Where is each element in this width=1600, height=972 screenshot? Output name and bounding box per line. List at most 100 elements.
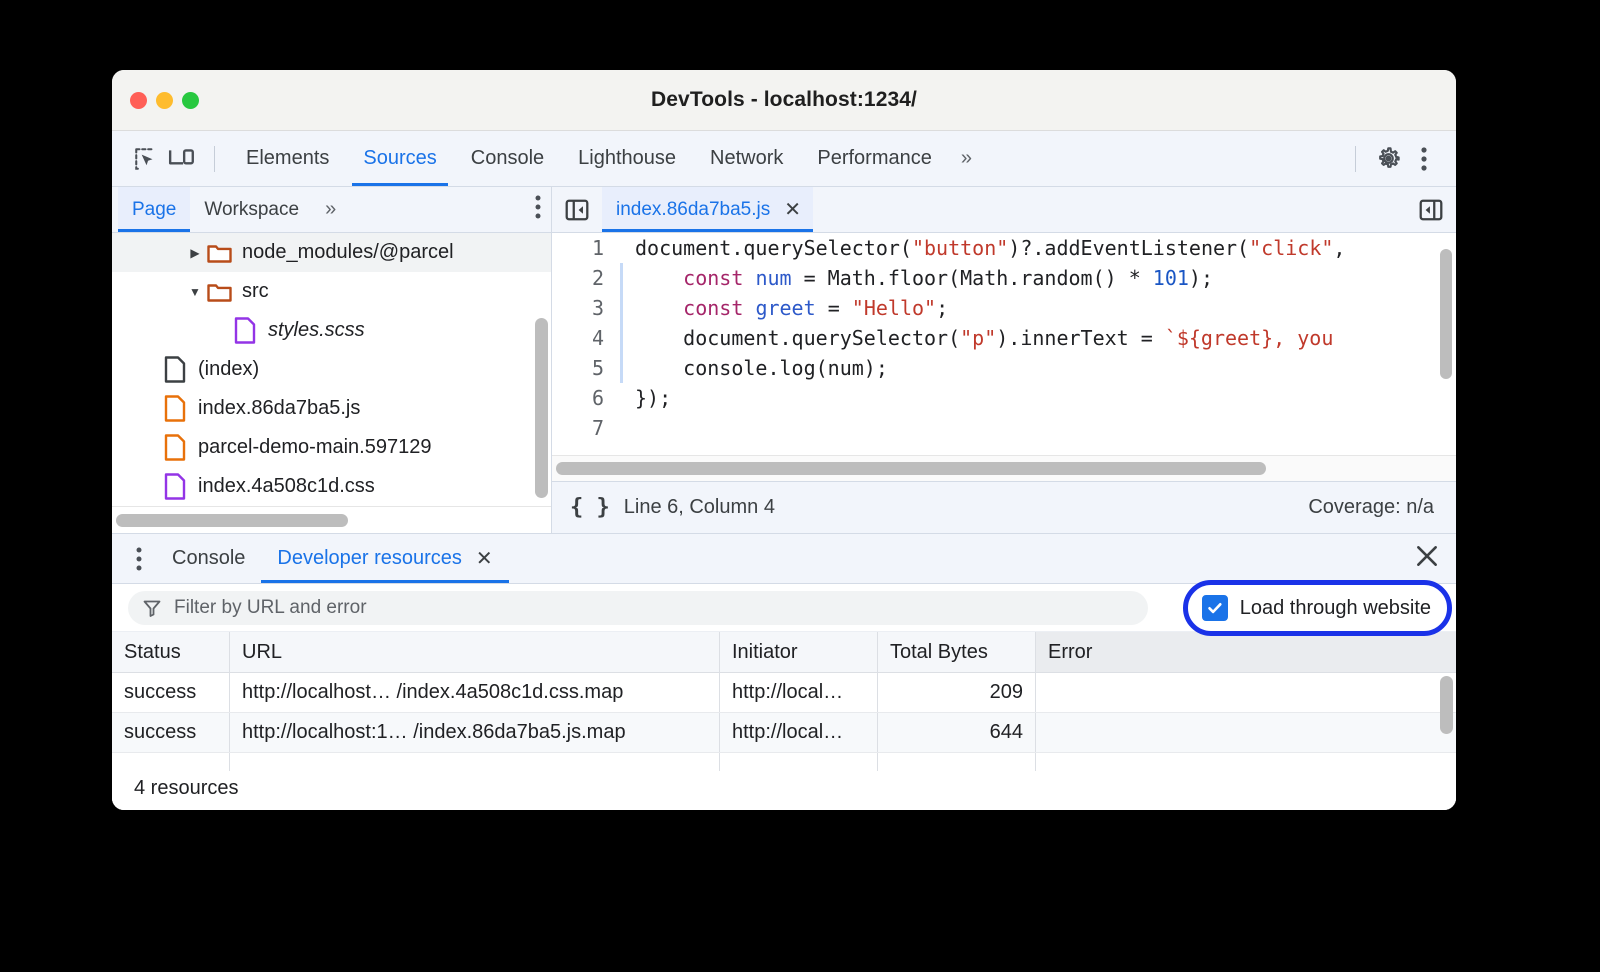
tab-network[interactable]: Network — [693, 131, 800, 186]
nav-tab-workspace[interactable]: Workspace — [190, 187, 313, 232]
tree-item-label: index.86da7ba5.js — [198, 397, 360, 420]
line-number: 7 — [552, 413, 620, 443]
column-header-initiator[interactable]: Initiator — [720, 632, 878, 672]
drawer-close-button[interactable] — [1414, 543, 1440, 574]
code-token: )?.addEventListener( — [1008, 236, 1249, 260]
chevron-down-icon[interactable]: ▼ — [184, 285, 206, 299]
panel-collapse-left-icon[interactable] — [560, 193, 594, 227]
navigator-sidebar: Page Workspace » ▶ — [112, 187, 552, 533]
resources-count-label: 4 resources — [134, 777, 239, 800]
navigator-more-tabs-chevron-icon[interactable]: » — [313, 198, 345, 221]
filter-input[interactable]: Filter by URL and error — [128, 591, 1148, 625]
cell-url: http://localhost:1… /index.86da7ba5.js.m… — [230, 713, 720, 752]
nav-tab-page[interactable]: Page — [118, 187, 190, 232]
column-header-status[interactable]: Status — [112, 632, 230, 672]
tree-item-parcel-demo-main[interactable]: parcel-demo-main.597129 — [112, 428, 551, 467]
tree-item-src[interactable]: ▼ src — [112, 272, 551, 311]
code-token: ; — [936, 296, 948, 320]
table-empty-space — [112, 753, 1456, 771]
code-line[interactable]: 6}); — [552, 383, 1456, 413]
toolbar-divider-right — [1355, 146, 1356, 172]
tab-console[interactable]: Console — [454, 131, 561, 186]
code-token — [635, 296, 683, 320]
code-token: }); — [635, 386, 671, 410]
js-file-icon — [162, 394, 188, 424]
load-through-website-checkbox[interactable] — [1202, 595, 1228, 621]
column-header-error[interactable]: Error — [1036, 632, 1456, 672]
more-vertical-icon[interactable] — [1406, 141, 1442, 177]
drawer-tab-developer-resources[interactable]: Developer resources ✕ — [261, 534, 508, 583]
editor-tab-index-js[interactable]: index.86da7ba5.js ✕ — [602, 187, 813, 232]
tab-performance[interactable]: Performance — [800, 131, 949, 186]
code-token: = — [816, 296, 852, 320]
drawer-panel: Console Developer resources ✕ Filter by … — [112, 534, 1456, 810]
indent-guide — [620, 413, 623, 443]
drawer-more-options-icon[interactable] — [122, 547, 156, 571]
table-vertical-scrollbar[interactable] — [1440, 676, 1453, 734]
tab-lighthouse[interactable]: Lighthouse — [561, 131, 693, 186]
code-token: "Hello" — [852, 296, 936, 320]
code-text: document.querySelector("p").innerText = … — [623, 323, 1333, 353]
navigator-vertical-scrollbar[interactable] — [535, 318, 548, 498]
chevron-right-icon[interactable]: ▶ — [184, 246, 206, 260]
tree-item-label: parcel-demo-main.597129 — [198, 436, 431, 459]
code-token: ).innerText = — [996, 326, 1165, 350]
code-token: num — [755, 266, 791, 290]
cell-error — [1036, 673, 1456, 712]
close-icon[interactable]: ✕ — [476, 546, 493, 571]
inspect-element-icon[interactable] — [128, 141, 164, 177]
code-token: `${greet}, you — [1165, 326, 1334, 350]
column-header-url[interactable]: URL — [230, 632, 720, 672]
document-file-icon — [162, 355, 188, 385]
folder-icon — [206, 277, 232, 307]
panel-collapse-right-icon[interactable] — [1414, 193, 1448, 227]
drawer-tab-console[interactable]: Console — [156, 534, 261, 583]
code-token: document.querySelector( — [635, 236, 912, 260]
navigator-horizontal-scrollbar[interactable] — [116, 514, 348, 527]
table-row[interactable]: successhttp://localhost… /index.4a508c1d… — [112, 673, 1456, 713]
code-token: greet — [755, 296, 815, 320]
code-line[interactable]: 5 console.log(num); — [552, 353, 1456, 383]
tab-elements[interactable]: Elements — [229, 131, 346, 186]
more-tabs-chevron-icon[interactable]: » — [949, 147, 981, 170]
line-number: 5 — [552, 353, 620, 383]
editor-horizontal-scrollbar[interactable] — [556, 462, 1266, 475]
cell-status: success — [112, 713, 230, 752]
code-line[interactable]: 4 document.querySelector("p").innerText … — [552, 323, 1456, 353]
device-toolbar-icon[interactable] — [164, 141, 200, 177]
close-icon[interactable]: ✕ — [784, 197, 801, 222]
tree-item-label: src — [242, 280, 269, 303]
drawer-tab-bar: Console Developer resources ✕ — [112, 534, 1456, 584]
table-row[interactable]: successhttp://localhost:1… /index.86da7b… — [112, 713, 1456, 753]
code-token: = Math.floor(Math.random() * — [792, 266, 1153, 290]
editor-vertical-scrollbar[interactable] — [1440, 249, 1452, 379]
code-text: const num = Math.floor(Math.random() * 1… — [623, 263, 1213, 293]
load-through-website-label: Load through website — [1240, 597, 1431, 620]
navigator-more-options-icon[interactable] — [535, 195, 541, 224]
filter-input-placeholder: Filter by URL and error — [174, 597, 367, 619]
code-text: console.log(num); — [623, 353, 888, 383]
tab-sources[interactable]: Sources — [346, 131, 453, 186]
tree-item-index-js[interactable]: index.86da7ba5.js — [112, 389, 551, 428]
code-text: const greet = "Hello"; — [623, 293, 948, 323]
column-header-total-bytes[interactable]: Total Bytes — [878, 632, 1036, 672]
tree-item-styles-scss[interactable]: styles.scss — [112, 311, 551, 350]
filter-funnel-icon — [142, 598, 162, 618]
code-line[interactable]: 7 — [552, 413, 1456, 443]
tree-item-index-doc[interactable]: (index) — [112, 350, 551, 389]
panel-tab-list: Elements Sources Console Lighthouse Netw… — [229, 131, 981, 186]
code-text: }); — [623, 383, 671, 413]
tree-item-label: styles.scss — [268, 319, 365, 342]
developer-resources-table: Status URL Initiator Total Bytes Error s… — [112, 632, 1456, 766]
tree-item-index-css[interactable]: index.4a508c1d.css — [112, 467, 551, 506]
gear-icon[interactable] — [1370, 141, 1406, 177]
code-line[interactable]: 3 const greet = "Hello"; — [552, 293, 1456, 323]
code-line[interactable]: 1document.querySelector("button")?.addEv… — [552, 233, 1456, 263]
format-pretty-print-icon[interactable]: { } — [570, 495, 610, 520]
file-tree[interactable]: ▶ node_modules/@parcel ▼ — [112, 233, 551, 506]
code-editor[interactable]: 1document.querySelector("button")?.addEv… — [552, 233, 1456, 455]
code-line[interactable]: 2 const num = Math.floor(Math.random() *… — [552, 263, 1456, 293]
code-token — [743, 266, 755, 290]
tree-item-node-modules[interactable]: ▶ node_modules/@parcel — [112, 233, 551, 272]
window-title: DevTools - localhost:1234/ — [112, 88, 1456, 112]
